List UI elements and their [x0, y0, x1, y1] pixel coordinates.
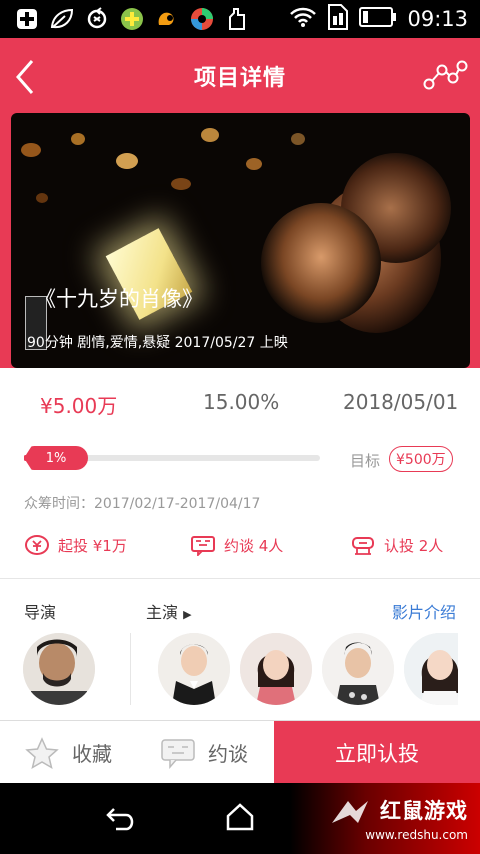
project-stats: ¥5.00万 15.00% 2018/05/01 1% 目标 ¥500万 众筹时…: [0, 368, 480, 578]
star-icon: [25, 736, 59, 769]
watermark: 红鼠游戏 www.redshu.com: [290, 783, 480, 854]
investors-text: 认投 2人: [384, 536, 444, 555]
return-rate: 15.00%: [203, 390, 280, 414]
crew-section: 导演 主演 ▶ 影片介绍: [0, 578, 480, 720]
page-title: 项目详情: [193, 66, 286, 91]
bokeh-light: [36, 193, 48, 203]
game-icon: [119, 6, 145, 32]
target-label: 目标: [350, 452, 381, 470]
cast-label-wrap[interactable]: 主演 ▶: [146, 599, 192, 623]
brand-logo-icon: [332, 801, 368, 823]
add-icon: [14, 6, 40, 32]
system-nav-bar: 红鼠游戏 www.redshu.com: [0, 783, 480, 854]
crowdfund-period: 众筹时间：2017/02/17-2017/04/17: [24, 496, 261, 512]
triangle-right-icon: ▶: [183, 608, 192, 621]
bottom-action-bar: 收藏 约谈 立即认投: [0, 720, 480, 784]
min-invest-text: 起投 ¥1万: [58, 536, 127, 555]
bokeh-light: [171, 178, 191, 190]
wifi-icon: [289, 6, 317, 32]
investors-item: 认投 2人: [350, 533, 443, 557]
movie-intro-link[interactable]: 影片介绍: [392, 599, 456, 623]
crew-divider: [130, 633, 131, 705]
favorite-label: 收藏: [72, 742, 112, 766]
share-icon: [423, 60, 468, 90]
chat-icon: [191, 536, 215, 556]
return-icon: [106, 808, 134, 831]
clock: 09:13: [407, 7, 468, 31]
talk-label: 约谈: [208, 742, 248, 766]
status-bar: 09:13: [0, 0, 480, 38]
end-date: 2018/05/01: [343, 390, 459, 414]
cast-avatar[interactable]: [404, 633, 458, 705]
cast-label: 主演: [146, 603, 179, 622]
movie-title: 《十九岁的肖像》: [35, 287, 203, 311]
watermark-url: www.redshu.com: [365, 828, 468, 842]
progress-label: 1%: [24, 446, 88, 470]
sync-icon: [84, 6, 110, 32]
favorite-button[interactable]: 收藏: [24, 721, 112, 784]
bokeh-light: [71, 133, 85, 145]
bokeh-light: [201, 128, 219, 142]
movie-meta: 90分钟 剧情,爱情,悬疑 2017/05/27 上映: [27, 335, 288, 351]
talk-button[interactable]: 约谈: [160, 721, 248, 784]
actress-figure: [261, 203, 381, 323]
cast-avatar[interactable]: [240, 633, 312, 705]
home-icon: [226, 803, 254, 831]
battery-icon: [359, 6, 397, 32]
investor-icon: [352, 537, 374, 555]
target-value: ¥500万: [389, 446, 453, 472]
chat-bubble-icon: [161, 738, 195, 769]
app-header: 项目详情: [0, 38, 480, 113]
talks-item: 约谈 4人: [190, 533, 283, 557]
nav-back-button[interactable]: [104, 803, 138, 833]
director-label: 导演: [24, 603, 57, 622]
share-button[interactable]: [422, 58, 468, 92]
sim-icon: [327, 4, 349, 34]
invest-now-button[interactable]: 立即认投: [274, 721, 480, 784]
app-circle-icon: [189, 6, 215, 32]
min-invest-item: 起投 ¥1万: [24, 533, 127, 557]
bokeh-light: [291, 133, 305, 145]
leaf-icon: [49, 6, 75, 32]
hand-icon: [224, 6, 250, 32]
bokeh-light: [21, 143, 41, 157]
watermark-brand: 红鼠游戏: [380, 799, 468, 823]
director-avatar[interactable]: [23, 633, 95, 705]
coin-icon: [25, 535, 49, 555]
bokeh-light: [116, 153, 138, 169]
movie-banner[interactable]: 《十九岁的肖像》 90分钟 剧情,爱情,悬疑 2017/05/27 上映: [11, 113, 470, 368]
talks-text: 约谈 4人: [224, 536, 284, 555]
nav-home-button[interactable]: [224, 801, 256, 833]
raised-amount: ¥5.00万: [40, 394, 118, 418]
uc-browser-icon: [154, 6, 180, 32]
cast-avatar[interactable]: [322, 633, 394, 705]
cast-avatar[interactable]: [158, 633, 230, 705]
bokeh-light: [246, 158, 262, 170]
